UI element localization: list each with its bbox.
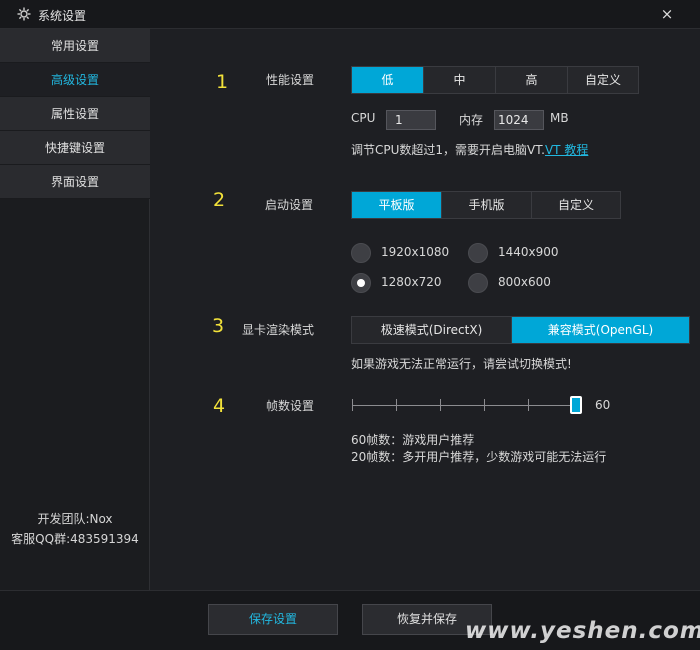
fps-slider-handle[interactable] — [570, 396, 582, 414]
watermark-logo: www.yeshen.com — [465, 618, 700, 644]
title-bar: 系统设置 × — [0, 0, 700, 29]
fps-slider-track[interactable] — [352, 405, 574, 406]
resolution-1280-radio[interactable] — [351, 273, 371, 293]
performance-high-option[interactable]: 高 — [496, 67, 568, 93]
resolution-1920-label: 1920x1080 — [381, 245, 450, 259]
render-selector: 极速模式(DirectX) 兼容模式(OpenGL) — [351, 316, 690, 344]
window-title: 系统设置 — [38, 9, 87, 23]
memory-label: 内存 — [459, 113, 484, 127]
cpu-hint-text: 调节CPU数超过1，需要开启电脑VT. — [351, 143, 545, 157]
startup-phone-option[interactable]: 手机版 — [442, 192, 532, 218]
startup-label: 启动设置 — [265, 198, 314, 212]
fps-slider-tick — [352, 399, 353, 411]
memory-input[interactable]: 1024 — [494, 110, 544, 130]
fps-note-20: 20帧数：多开用户推荐，少数游戏可能无法运行 — [351, 450, 607, 464]
memory-unit: MB — [550, 111, 569, 125]
resolution-1280-label: 1280x720 — [381, 275, 442, 289]
cpu-label: CPU — [351, 111, 376, 125]
render-directx-option[interactable]: 极速模式(DirectX) — [352, 317, 512, 343]
resolution-800-radio[interactable] — [468, 273, 488, 293]
fps-slider-tick — [528, 399, 529, 411]
sidebar-footer: 开发团队:Nox 客服QQ群:483591394 — [0, 509, 150, 549]
sidebar-item-properties[interactable]: 属性设置 — [0, 97, 150, 131]
support-qq-text: 客服QQ群:483591394 — [11, 532, 139, 546]
fps-slider-tick — [440, 399, 441, 411]
cpu-hint: 调节CPU数超过1，需要开启电脑VT.VT 教程 — [351, 141, 588, 158]
sidebar-item-shortcuts[interactable]: 快捷键设置 — [0, 131, 150, 165]
sidebar-item-interface[interactable]: 界面设置 — [0, 165, 150, 199]
performance-label: 性能设置 — [266, 73, 315, 87]
render-hint: 如果游戏无法正常运行，请尝试切换模式! — [351, 357, 572, 371]
sidebar-item-advanced[interactable]: 高级设置 — [0, 63, 150, 97]
fps-label: 帧数设置 — [266, 399, 315, 413]
close-button[interactable]: × — [659, 4, 675, 24]
fps-value: 60 — [595, 398, 611, 412]
performance-mid-option[interactable]: 中 — [424, 67, 496, 93]
gear-icon — [17, 7, 31, 21]
fps-note-60: 60帧数：游戏用户推荐 — [351, 433, 475, 447]
section-number-1: 1 — [216, 71, 229, 93]
startup-selector: 平板版 手机版 自定义 — [351, 191, 621, 219]
render-label: 显卡渲染模式 — [242, 323, 315, 337]
section-number-2: 2 — [213, 189, 226, 211]
cpu-input[interactable]: 1 — [386, 110, 436, 130]
startup-tablet-option[interactable]: 平板版 — [352, 192, 442, 218]
startup-custom-option[interactable]: 自定义 — [532, 192, 620, 218]
section-number-4: 4 — [213, 395, 226, 417]
performance-custom-option[interactable]: 自定义 — [568, 67, 638, 93]
render-opengl-option[interactable]: 兼容模式(OpenGL) — [512, 317, 689, 343]
sidebar: 常用设置 高级设置 属性设置 快捷键设置 界面设置 开发团队:Nox 客服QQ群… — [0, 29, 150, 590]
vt-tutorial-link[interactable]: VT 教程 — [545, 143, 588, 157]
resolution-1920-radio[interactable] — [351, 243, 371, 263]
fps-slider-tick — [484, 399, 485, 411]
sidebar-item-common[interactable]: 常用设置 — [0, 29, 150, 63]
resolution-1440-label: 1440x900 — [498, 245, 559, 259]
save-button[interactable]: 保存设置 — [208, 604, 338, 635]
resolution-800-label: 800x600 — [498, 275, 551, 289]
section-number-3: 3 — [212, 315, 225, 337]
fps-slider-tick — [396, 399, 397, 411]
dev-team-text: 开发团队:Nox — [37, 512, 113, 526]
performance-selector: 低 中 高 自定义 — [351, 66, 639, 94]
resolution-1440-radio[interactable] — [468, 243, 488, 263]
performance-low-option[interactable]: 低 — [352, 67, 424, 93]
